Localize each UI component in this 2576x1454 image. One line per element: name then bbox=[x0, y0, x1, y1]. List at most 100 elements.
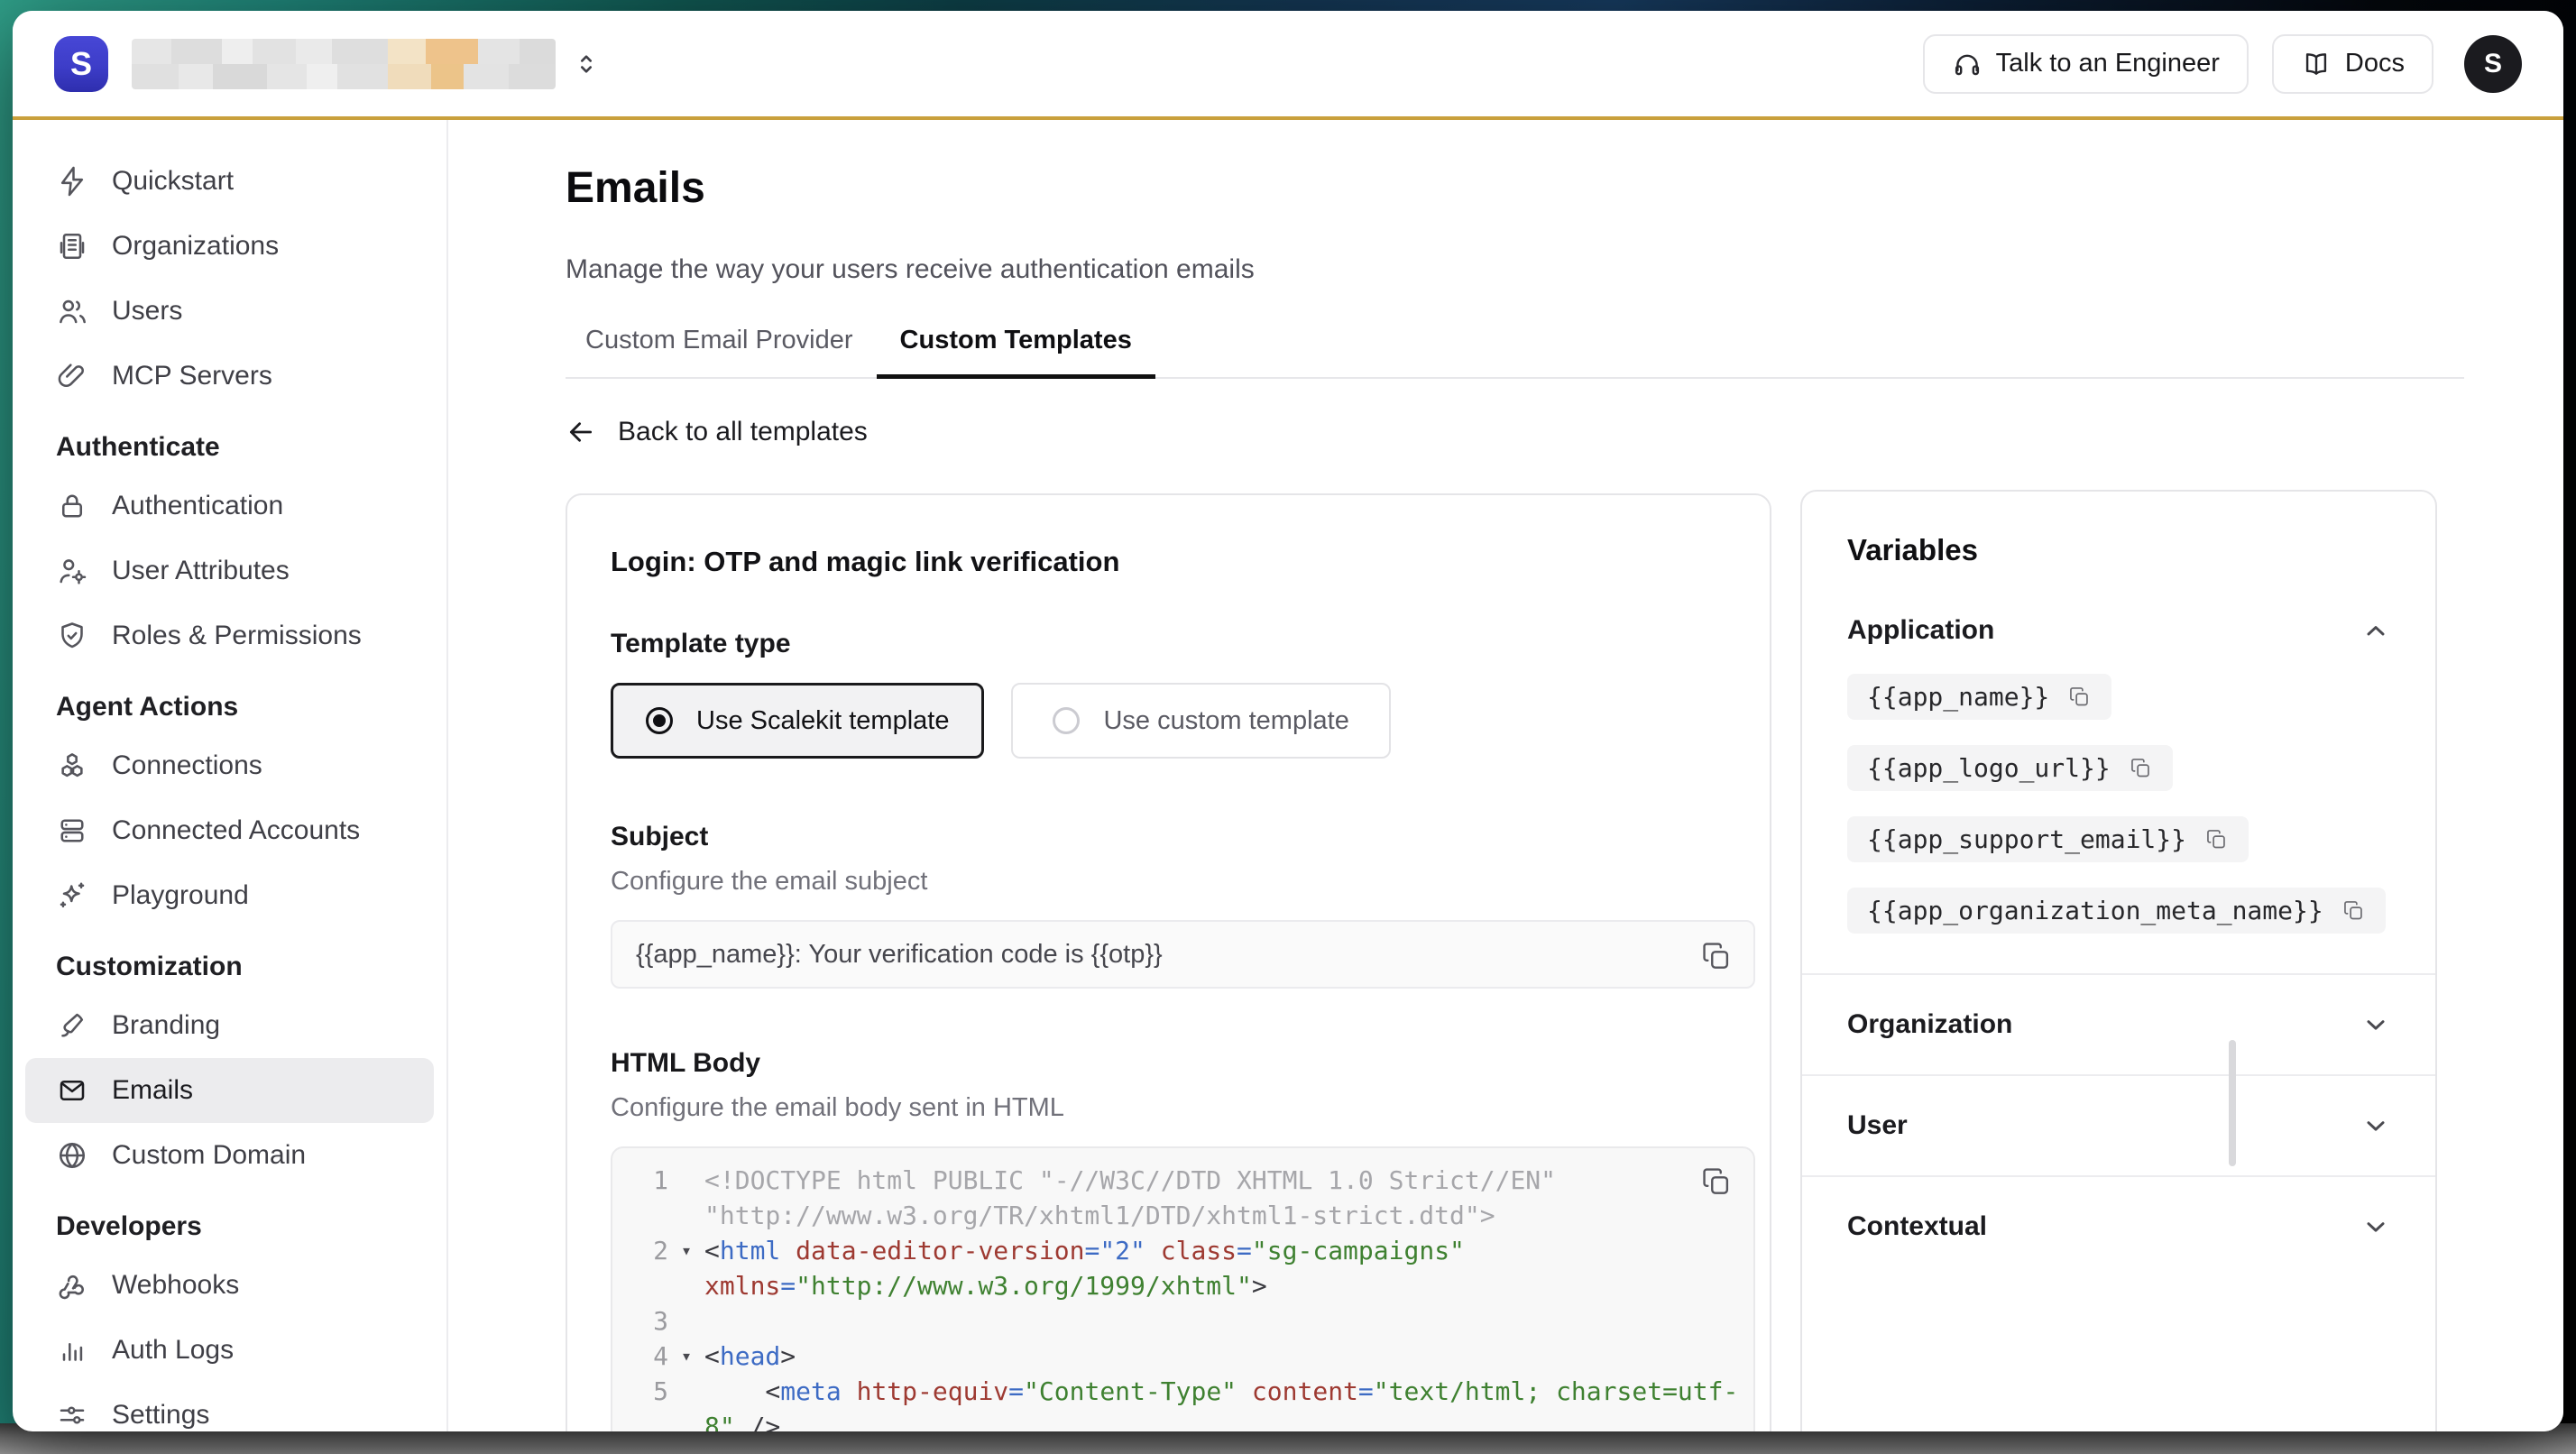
main-content: Emails Manage the way your users receive… bbox=[448, 120, 2563, 1431]
sidebar-item-connections[interactable]: Connections bbox=[25, 733, 434, 798]
option-use-custom-template[interactable]: Use custom template bbox=[1011, 683, 1390, 759]
code-line: xmlns="http://www.w3.org/1999/xhtml"> bbox=[612, 1268, 1753, 1303]
variables-title: Variables bbox=[1802, 492, 2435, 567]
code-line: 1<!DOCTYPE html PUBLIC "-//W3C//DTD XHTM… bbox=[612, 1163, 1753, 1198]
code-line: "http://www.w3.org/TR/xhtml1/DTD/xhtml1-… bbox=[612, 1198, 1753, 1233]
sliders-icon bbox=[56, 1399, 88, 1431]
sidebar-item-branding[interactable]: Branding bbox=[25, 993, 434, 1058]
chevrons-up-down-icon[interactable] bbox=[572, 50, 601, 78]
sidebar-item-label: Connections bbox=[112, 750, 262, 781]
mail-icon bbox=[56, 1074, 88, 1107]
template-card-title: Login: OTP and magic link verification bbox=[611, 546, 1752, 578]
tab-custom-templates[interactable]: Custom Templates bbox=[877, 326, 1155, 377]
back-to-templates-link[interactable]: Back to all templates bbox=[566, 417, 868, 447]
variables-section-contextual[interactable]: Contextual bbox=[1802, 1175, 2435, 1276]
scalekit-logo[interactable]: S bbox=[54, 36, 108, 92]
tab-custom-email-provider[interactable]: Custom Email Provider bbox=[566, 326, 877, 377]
sidebar-item-label: Auth Logs bbox=[112, 1335, 234, 1366]
sidebar-item-custom-domain[interactable]: Custom Domain bbox=[25, 1123, 434, 1188]
variable-chip[interactable]: {{app_name}} bbox=[1847, 674, 2111, 720]
copy-icon[interactable] bbox=[2341, 898, 2366, 923]
docs-label: Docs bbox=[2345, 49, 2405, 78]
topbar: S Talk to an Engineer Docs S bbox=[13, 11, 2563, 120]
sidebar-item-label: Webhooks bbox=[112, 1270, 239, 1301]
subject-input[interactable]: {{app_name}}: Your verification code is … bbox=[611, 920, 1755, 989]
page-subtitle: Manage the way your users receive authen… bbox=[566, 253, 2464, 286]
copy-icon[interactable] bbox=[2204, 827, 2229, 851]
subject-label: Subject bbox=[611, 822, 1752, 852]
variables-section-organization[interactable]: Organization bbox=[1802, 973, 2435, 1074]
line-number: 1 bbox=[612, 1163, 668, 1198]
workspace-name-redacted[interactable] bbox=[132, 39, 556, 89]
copy-icon[interactable] bbox=[2129, 756, 2153, 780]
application-label: Application bbox=[1847, 615, 1994, 646]
code-line: 4▾<head> bbox=[612, 1339, 1753, 1374]
section-label: Organization bbox=[1847, 1009, 2012, 1040]
option-use-scalekit-template[interactable]: Use Scalekit template bbox=[611, 683, 984, 759]
variable-chip[interactable]: {{app_support_email}} bbox=[1847, 816, 2249, 862]
copy-icon[interactable] bbox=[1699, 1164, 1734, 1199]
copy-icon[interactable] bbox=[2067, 685, 2092, 709]
template-card: Login: OTP and magic link verification T… bbox=[566, 493, 1771, 1431]
sidebar-item-connected-accounts[interactable]: Connected Accounts bbox=[25, 798, 434, 863]
line-number bbox=[612, 1268, 668, 1303]
radio-unselected-icon bbox=[1053, 707, 1080, 734]
sidebar-item-label: Emails bbox=[112, 1075, 193, 1106]
fold-gutter bbox=[668, 1163, 704, 1198]
variable-chip[interactable]: {{app_organization_meta_name}} bbox=[1847, 888, 2386, 934]
variables-section-application[interactable]: Application bbox=[1802, 587, 2435, 674]
html-body-description: Configure the email body sent in HTML bbox=[611, 1093, 1752, 1123]
talk-to-engineer-button[interactable]: Talk to an Engineer bbox=[1923, 34, 2249, 94]
line-number: 5 bbox=[612, 1374, 668, 1409]
line-number bbox=[612, 1409, 668, 1431]
lock-icon bbox=[56, 490, 88, 522]
sidebar-item-settings[interactable]: Settings bbox=[25, 1383, 434, 1431]
bar-chart-icon bbox=[56, 1334, 88, 1367]
section-label: Contextual bbox=[1847, 1211, 1987, 1242]
sidebar-item-mcp-servers[interactable]: MCP Servers bbox=[25, 344, 434, 409]
sidebar-item-user-attributes[interactable]: User Attributes bbox=[25, 538, 434, 603]
variable-chip[interactable]: {{app_logo_url}} bbox=[1847, 745, 2173, 791]
tab-bar: Custom Email Provider Custom Templates bbox=[566, 326, 2464, 379]
sidebar-item-roles-permissions[interactable]: Roles & Permissions bbox=[25, 603, 434, 668]
fold-toggle-icon[interactable]: ▾ bbox=[668, 1339, 704, 1374]
cubes-icon bbox=[56, 750, 88, 782]
html-code-editor[interactable]: 1<!DOCTYPE html PUBLIC "-//W3C//DTD XHTM… bbox=[611, 1146, 1755, 1431]
sidebar-item-emails[interactable]: Emails bbox=[25, 1058, 434, 1123]
sidebar-item-organizations[interactable]: Organizations bbox=[25, 214, 434, 279]
sidebar-item-label: Users bbox=[112, 296, 182, 327]
sidebar-item-label: Playground bbox=[112, 880, 249, 911]
chevron-down-icon bbox=[2361, 1111, 2390, 1140]
sidebar-item-label: Custom Domain bbox=[112, 1140, 306, 1171]
arrow-left-icon bbox=[566, 417, 596, 447]
variables-panel: Variables Application {{app_name}}{{app_… bbox=[1800, 490, 2437, 1431]
stack-icon bbox=[56, 814, 88, 847]
variables-section-user[interactable]: User bbox=[1802, 1074, 2435, 1175]
section-label: User bbox=[1847, 1110, 1908, 1141]
sidebar-item-authentication[interactable]: Authentication bbox=[25, 474, 434, 538]
building-icon bbox=[56, 230, 88, 262]
chevron-up-icon bbox=[2361, 616, 2390, 645]
copy-icon[interactable] bbox=[1699, 939, 1734, 973]
fold-gutter bbox=[668, 1303, 704, 1339]
main-scrollbar-thumb[interactable] bbox=[2229, 1040, 2236, 1166]
sidebar-item-playground[interactable]: Playground bbox=[25, 863, 434, 928]
variable-name: {{app_organization_meta_name}} bbox=[1867, 896, 2323, 925]
fold-toggle-icon[interactable]: ▾ bbox=[668, 1233, 704, 1268]
sidebar-section-developers: Developers bbox=[25, 1201, 434, 1253]
application-variable-chips: {{app_name}} {{app_logo_url}} {{app_suppor… bbox=[1802, 674, 2435, 973]
docs-button[interactable]: Docs bbox=[2272, 34, 2433, 94]
user-avatar[interactable]: S bbox=[2464, 35, 2522, 93]
option-label: Use Scalekit template bbox=[696, 706, 949, 736]
sidebar-item-webhooks[interactable]: Webhooks bbox=[25, 1253, 434, 1318]
sidebar-item-label: Authentication bbox=[112, 491, 283, 521]
sidebar-section-agent-actions: Agent Actions bbox=[25, 681, 434, 733]
shield-check-icon bbox=[56, 620, 88, 652]
fold-gutter bbox=[668, 1374, 704, 1409]
sidebar-item-auth-logs[interactable]: Auth Logs bbox=[25, 1318, 434, 1383]
sidebar-item-quickstart[interactable]: Quickstart bbox=[25, 149, 434, 214]
sidebar-item-users[interactable]: Users bbox=[25, 279, 434, 344]
line-number: 2 bbox=[612, 1233, 668, 1268]
sparkles-icon bbox=[56, 879, 88, 912]
brush-icon bbox=[56, 1009, 88, 1042]
